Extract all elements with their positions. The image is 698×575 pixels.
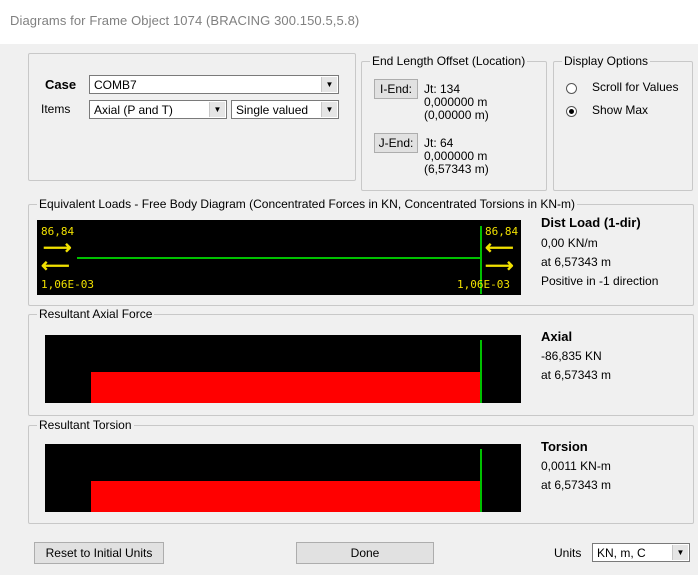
case-select[interactable]: COMB7 ▼ [89, 75, 339, 94]
case-items-group: Case COMB7 ▼ Items Axial (P and T) ▼ Sin… [28, 53, 356, 181]
dist-load-value: 0,00 KN/m [541, 236, 598, 250]
torsion-diagram [45, 444, 521, 512]
end-length-offset-legend: End Length Offset (Location) [370, 54, 528, 68]
case-label: Case [45, 77, 77, 92]
scroll-for-values-radio[interactable] [566, 83, 577, 94]
show-max-label[interactable]: Show Max [592, 103, 648, 117]
units-select-value: KN, m, C [597, 546, 646, 560]
j-end-offset: 0,000000 m [424, 149, 488, 163]
torsion-value: 0,0011 KN-m [541, 459, 611, 473]
i-end-offset: 0,000000 m [424, 95, 488, 109]
j-end-location: (6,57343 m) [424, 162, 489, 176]
display-options-legend: Display Options [562, 54, 651, 68]
j-end-button[interactable]: J-End: [374, 133, 418, 153]
units-label: Units [554, 546, 582, 560]
torsion-group: Resultant Torsion Torsion 0,0011 KN-m at… [28, 418, 694, 524]
done-button[interactable]: Done [296, 542, 434, 564]
display-options-group: Display Options Scroll for Values Show M… [553, 54, 693, 191]
left-torsion-arrow-icon: ⟵ [41, 255, 70, 277]
items-select-value: Axial (P and T) [94, 103, 173, 117]
value-mode-select-value: Single valued [236, 103, 309, 117]
end-length-offset-group: End Length Offset (Location) I-End: Jt: … [361, 54, 547, 191]
reset-units-button[interactable]: Reset to Initial Units [34, 542, 164, 564]
free-body-diagram-legend: Equivalent Loads - Free Body Diagram (Co… [37, 197, 578, 211]
right-torsion-value: 1,06E-03 [457, 278, 510, 291]
value-mode-select[interactable]: Single valued ▼ [231, 100, 339, 119]
left-torsion-value: 1,06E-03 [41, 278, 94, 291]
j-end-joint: Jt: 64 [424, 136, 454, 150]
axial-force-fill [91, 372, 481, 403]
dist-load-location: at 6,57343 m [541, 255, 612, 269]
axial-force-group: Resultant Axial Force Axial -86,835 KN a… [28, 307, 694, 416]
show-max-radio[interactable] [566, 106, 577, 117]
axial-end-marker [480, 340, 482, 403]
axial-value: -86,835 KN [541, 349, 602, 363]
member-line [77, 257, 481, 259]
free-body-diagram-group: Equivalent Loads - Free Body Diagram (Co… [28, 197, 694, 306]
chevron-down-icon[interactable]: ▼ [321, 77, 337, 92]
axial-title: Axial [541, 329, 573, 344]
i-end-joint: Jt: 134 [424, 82, 461, 96]
dist-load-direction-note: Positive in -1 direction [541, 274, 659, 288]
case-select-value: COMB7 [94, 78, 137, 92]
chevron-down-icon[interactable]: ▼ [672, 545, 688, 560]
items-label: Items [41, 102, 71, 116]
chevron-down-icon[interactable]: ▼ [321, 102, 337, 117]
scroll-for-values-label[interactable]: Scroll for Values [592, 80, 678, 94]
axial-force-legend: Resultant Axial Force [37, 307, 155, 321]
right-torsion-arrow-icon: ⟶ [485, 255, 514, 277]
torsion-fill [91, 481, 481, 512]
items-select[interactable]: Axial (P and T) ▼ [89, 100, 227, 119]
free-body-diagram-canvas: 86,84 ⟶ ⟵ 1,06E-03 86,84 ⟵ ⟶ 1,06E-03 [37, 220, 521, 295]
window-title: Diagrams for Frame Object 1074 (BRACING … [10, 13, 360, 28]
dist-load-title: Dist Load (1-dir) [541, 215, 641, 230]
i-end-location: (0,00000 m) [424, 108, 489, 122]
axial-location: at 6,57343 m [541, 368, 612, 382]
axial-force-diagram [45, 335, 521, 403]
torsion-legend: Resultant Torsion [37, 418, 134, 432]
dialog-body: Case COMB7 ▼ Items Axial (P and T) ▼ Sin… [0, 44, 698, 575]
units-select[interactable]: KN, m, C ▼ [592, 543, 690, 562]
chevron-down-icon[interactable]: ▼ [209, 102, 225, 117]
torsion-end-marker [480, 449, 482, 512]
i-end-button[interactable]: I-End: [374, 79, 418, 99]
torsion-title: Torsion [541, 439, 588, 454]
torsion-location: at 6,57343 m [541, 478, 612, 492]
